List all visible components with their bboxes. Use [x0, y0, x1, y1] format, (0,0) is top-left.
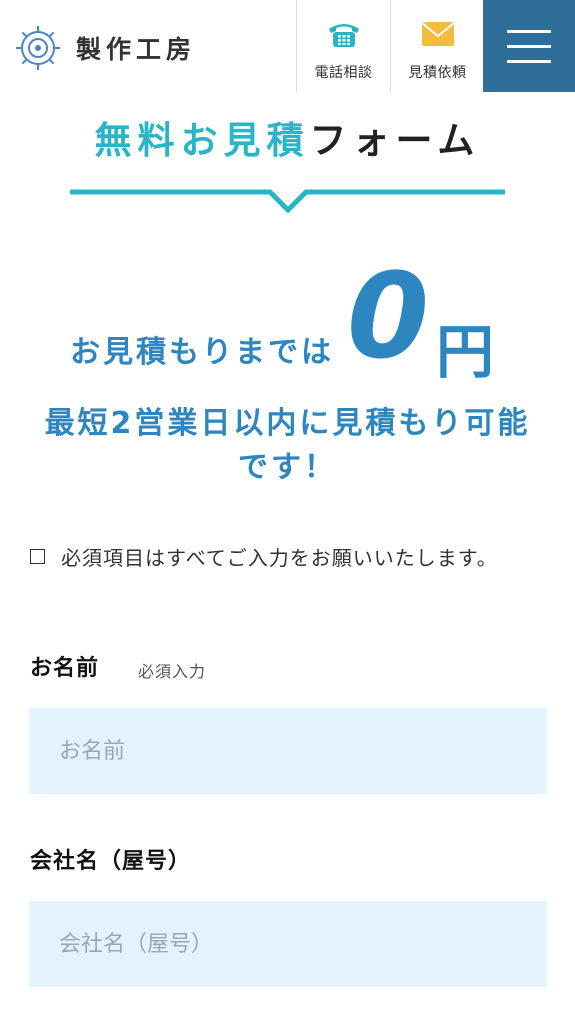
- name-label: お名前: [30, 656, 100, 681]
- tel-consult-button[interactable]: 電話相談: [296, 0, 390, 92]
- site-header: 製作工房 電話相談 見積依頼: [0, 0, 575, 92]
- envelope-icon: [420, 22, 455, 46]
- name-input[interactable]: [29, 708, 547, 794]
- promo-subtext: 最短2営業日以内に見積もり可能です！: [44, 406, 531, 485]
- title-accent: 無料お見積: [94, 119, 310, 162]
- page-title: 無料お見積フォーム: [0, 110, 575, 164]
- required-note-text: 必須項目はすべてご入力をお願いいたします。: [61, 546, 498, 570]
- menu-bar: [507, 59, 551, 63]
- quote-request-button[interactable]: 見積依頼: [390, 0, 484, 92]
- promo-unit: 円: [436, 318, 495, 386]
- menu-bar: [507, 44, 551, 48]
- promo-amount: 0: [347, 247, 430, 385]
- title-underline-arrow: [70, 189, 505, 214]
- site-logo[interactable]: 製作工房: [14, 24, 196, 72]
- quote-request-label: 見積依頼: [408, 65, 467, 81]
- promo-banner: お見積もりまでは 0 円: [0, 257, 575, 386]
- promo-lead: お見積もりまでは: [70, 335, 334, 370]
- logo-text: 製作工房: [76, 35, 197, 64]
- required-badge: 必須入力: [138, 662, 207, 681]
- menu-bar: [507, 29, 551, 33]
- company-label: 会社名（屋号）: [30, 849, 192, 874]
- gear-icon: [16, 26, 60, 70]
- square-icon: [30, 549, 45, 564]
- company-input[interactable]: [29, 901, 547, 987]
- hamburger-menu-button[interactable]: [483, 0, 575, 92]
- title-dark: フォーム: [309, 119, 481, 162]
- required-note: 必須項目はすべてご入力をお願いいたします。: [30, 542, 498, 571]
- phone-icon: [328, 24, 359, 47]
- tel-consult-label: 電話相談: [314, 65, 373, 81]
